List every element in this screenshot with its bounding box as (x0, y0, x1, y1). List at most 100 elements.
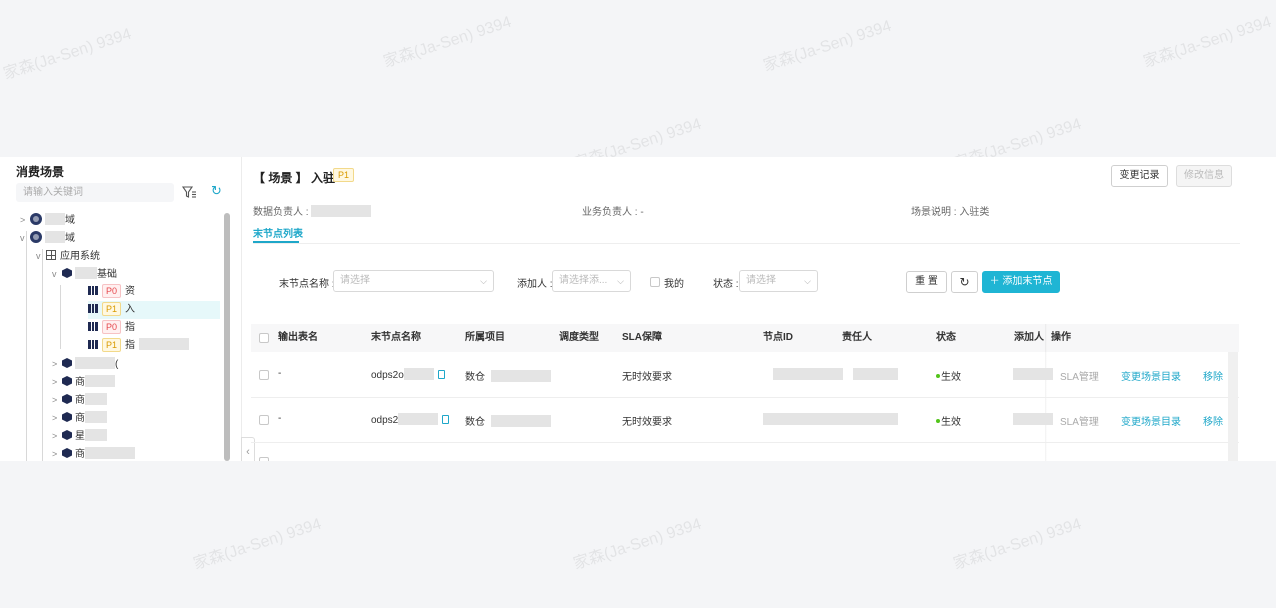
cell-owner (853, 368, 898, 381)
cell-output-table: - (278, 368, 282, 379)
node-name-label: 末节点名称 : (279, 279, 335, 290)
col-project: 所属项目 (465, 332, 505, 343)
add-leaf-node-button[interactable]: ＋ 添加末节点 (982, 271, 1060, 293)
col-output-table: 输出表名 (278, 332, 318, 343)
row-divider (251, 442, 1239, 443)
col-status: 状态 (936, 332, 956, 343)
edit-info-button[interactable]: 修改信息 (1176, 165, 1232, 187)
tree-leaf[interactable]: P0 指 (88, 319, 135, 337)
cell-node-name[interactable]: odps2o (371, 368, 445, 381)
tree-node-group[interactable]: > 商 (52, 409, 107, 427)
app-window: 消费场景 请输入关键词 ↻ > 域 v域 v 应用系统 v 基础 P0 资 P1… (0, 157, 1276, 461)
tree-leaf[interactable]: P1 指 (88, 337, 190, 355)
watermark: 家森(Ja-Sen) 9394 (1, 25, 134, 84)
watermark: 家森(Ja-Sen) 9394 (1141, 13, 1274, 72)
col-owner: 责任人 (842, 332, 872, 343)
cell-status: 生效 (936, 368, 961, 383)
tab-leaf-nodes[interactable]: 末节点列表 (253, 225, 303, 240)
priority-badge: P0 (102, 284, 122, 298)
page-title: 【 场景 】 入驻 (253, 171, 336, 185)
row-checkbox[interactable] (259, 415, 269, 425)
data-owner: 数据负责人 : (253, 203, 371, 218)
select-all-checkbox[interactable] (259, 333, 269, 343)
cell-node-id (763, 413, 843, 426)
row-checkbox[interactable] (259, 457, 269, 461)
sla-manage-link[interactable]: SLA管理 (1060, 368, 1099, 383)
chevron-down-icon: ⌵ (480, 276, 487, 286)
remove-link[interactable]: 移除 (1203, 413, 1223, 428)
table-scrollbar[interactable] (1228, 352, 1238, 461)
tree-node-domain[interactable]: > 域 (20, 211, 75, 229)
cell-project: 数仓 (465, 368, 551, 383)
cell-node-name[interactable]: odps2 (371, 413, 450, 426)
sla-manage-link[interactable]: SLA管理 (1060, 413, 1099, 428)
tree-node-group[interactable]: v 基础 (52, 265, 117, 283)
cell-adder (1013, 413, 1053, 426)
cube-icon (62, 448, 72, 458)
tree-leaf[interactable]: P0 资 (88, 283, 135, 301)
copy-icon[interactable] (442, 415, 450, 424)
watermark: 家森(Ja-Sen) 9394 (191, 515, 324, 574)
cell-project: 数仓 (465, 413, 551, 428)
tree-node-group[interactable]: > 商 (52, 391, 107, 409)
sidebar-scrollbar[interactable] (224, 213, 230, 461)
priority-badge: P0 (102, 320, 122, 334)
tree-node-app-system[interactable]: v 应用系统 (36, 247, 100, 265)
change-scene-link[interactable]: 变更场景目录 (1121, 368, 1181, 383)
status-select[interactable]: 请选择 ⌵ (739, 270, 818, 292)
chevron-right-icon: > (52, 377, 58, 387)
domain-icon (30, 231, 42, 243)
col-actions: 操作 (1051, 332, 1071, 343)
adder-select[interactable]: 请选择添... ⌵ (552, 270, 631, 292)
table-row-partial (278, 457, 1228, 461)
search-input[interactable]: 请输入关键词 (16, 183, 174, 202)
tree-node-domain[interactable]: v域 (20, 229, 75, 247)
chevron-down-icon: ⌵ (617, 276, 624, 286)
node-icon (88, 304, 98, 313)
col-node-id: 节点ID (763, 332, 793, 343)
refresh-icon[interactable]: ↻ (211, 184, 225, 198)
chevron-down-icon: v (20, 233, 25, 243)
tree-node-group[interactable]: > 星 (52, 427, 107, 445)
priority-badge: P1 (102, 338, 122, 352)
tree-node-group[interactable]: > 商 (52, 445, 135, 461)
sidebar-title: 消费场景 (16, 165, 65, 179)
cube-icon (62, 430, 72, 440)
status-label: 状态 : (713, 279, 739, 290)
reset-button[interactable]: 重 置 (906, 271, 947, 293)
change-scene-link[interactable]: 变更场景目录 (1121, 413, 1181, 428)
cell-sla: 无时效要求 (622, 417, 672, 428)
grid-icon (46, 250, 56, 260)
watermark: 家森(Ja-Sen) 9394 (761, 17, 894, 76)
cube-icon (62, 412, 72, 422)
chevron-right-icon: > (52, 449, 58, 459)
refresh-button[interactable]: ↻ (951, 271, 978, 293)
remove-link[interactable]: 移除 (1203, 368, 1223, 383)
priority-badge: P1 (333, 168, 355, 182)
copy-icon[interactable] (437, 370, 445, 379)
mine-checkbox[interactable] (650, 277, 660, 287)
scene-tree: > 域 v域 v 应用系统 v 基础 P0 资 P1 入 P0 指 P1 指 >… (0, 209, 222, 461)
cell-sla: 无时效要求 (622, 372, 672, 383)
tree-node-group[interactable]: > 商 (52, 373, 115, 391)
cube-icon (62, 358, 72, 368)
chevron-down-icon: ⌵ (804, 276, 811, 286)
row-divider (251, 397, 1239, 398)
filter-icon[interactable] (181, 184, 197, 200)
change-log-button[interactable]: 变更记录 (1111, 165, 1168, 187)
plus-icon: ＋ (989, 276, 1003, 287)
row-checkbox[interactable] (259, 370, 269, 380)
tree-node-group[interactable]: >( (52, 355, 118, 373)
cell-status: 生效 (936, 413, 961, 428)
node-icon (88, 340, 98, 349)
priority-badge: P1 (102, 302, 122, 316)
sidebar: 消费场景 请输入关键词 ↻ > 域 v域 v 应用系统 v 基础 P0 资 P1… (0, 157, 242, 461)
tree-leaf-selected[interactable]: P1 入 (88, 301, 220, 319)
node-icon (88, 322, 98, 331)
cube-icon (62, 394, 72, 404)
chevron-right-icon: > (52, 395, 58, 405)
chevron-right-icon: > (52, 359, 58, 369)
cube-icon (62, 376, 72, 386)
node-name-select[interactable]: 请选择 ⌵ (333, 270, 494, 292)
cell-output-table: - (278, 413, 282, 424)
